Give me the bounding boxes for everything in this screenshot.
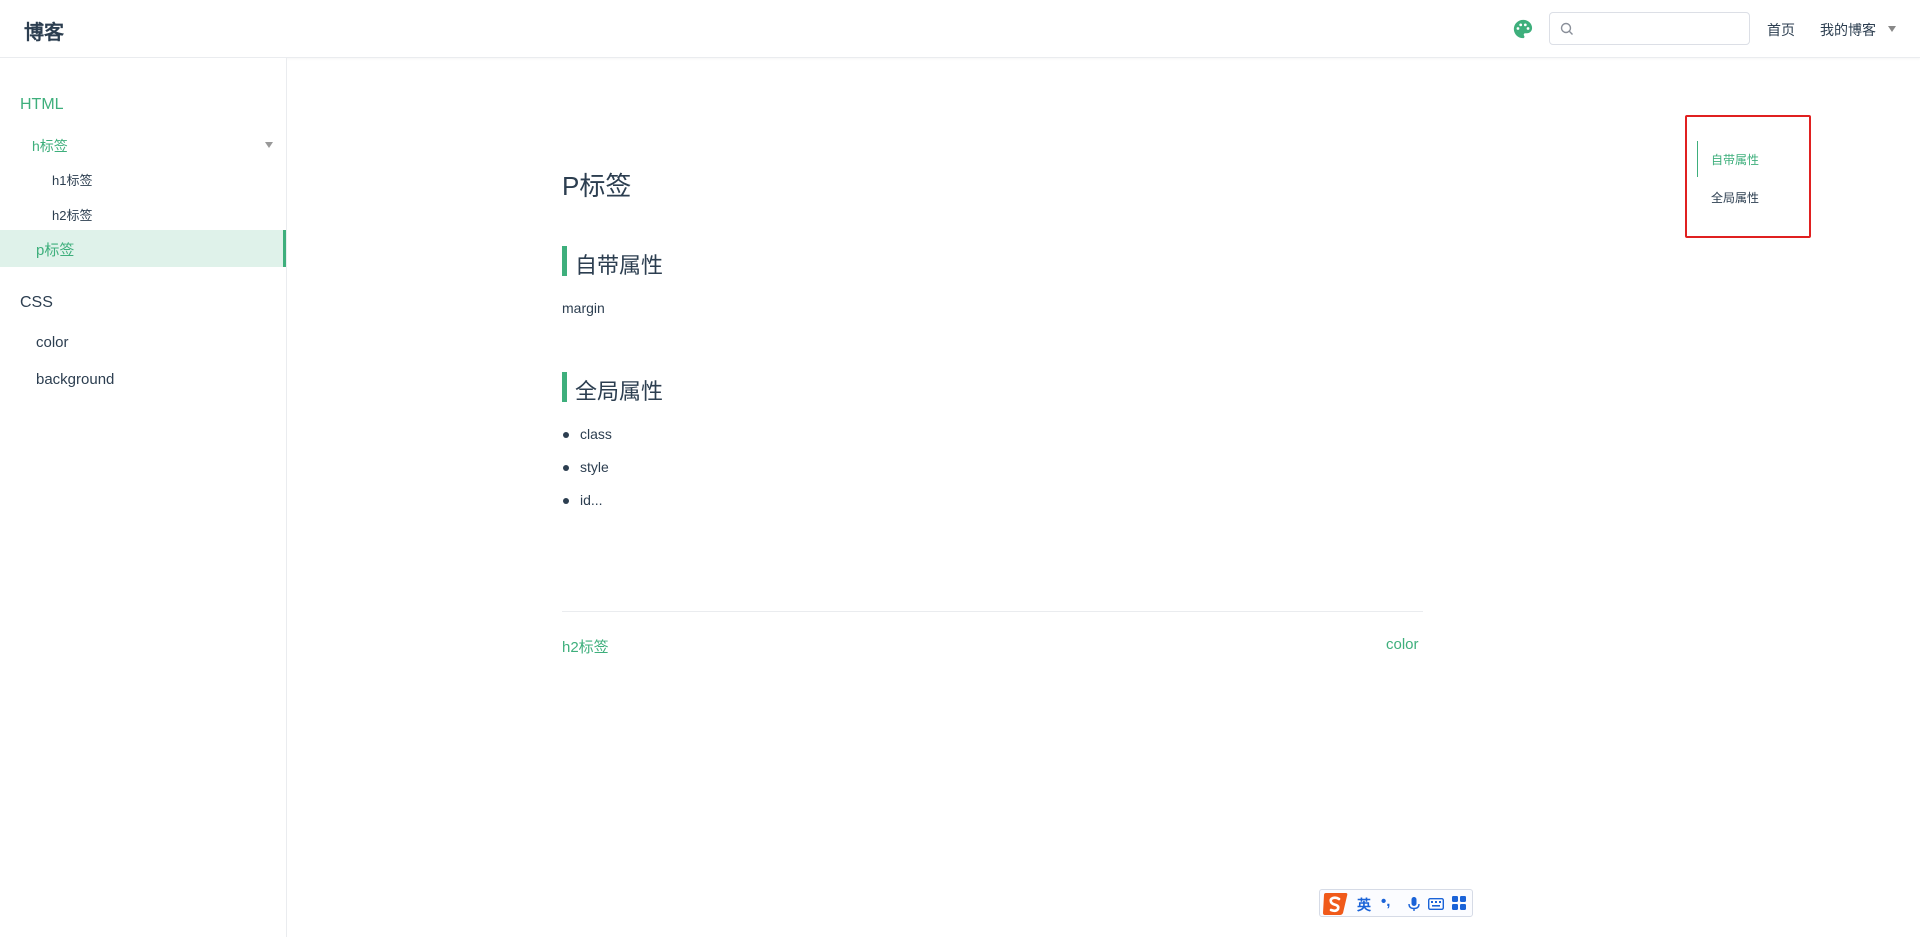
keyboard-icon[interactable] (1428, 897, 1444, 911)
sogou-logo-icon[interactable] (1321, 891, 1349, 917)
heading-accent-bar (562, 372, 567, 402)
sidebar-item-color[interactable]: color (36, 334, 69, 351)
list-item: style (562, 457, 612, 490)
sidebar-item-h-tags[interactable]: h标签 (32, 136, 68, 156)
search-icon (1560, 22, 1573, 35)
list-item: class (562, 424, 612, 457)
sidebar-item-p-tag[interactable]: p标签 (36, 239, 74, 260)
table-of-contents: 自带属性 全局属性 (1685, 115, 1811, 238)
page-title: P标签 (562, 171, 632, 201)
grid-icon[interactable] (1452, 896, 1466, 910)
sidebar-group-css[interactable]: CSS (20, 294, 53, 312)
search-box[interactable] (1549, 12, 1750, 45)
sidebar-item-background[interactable]: background (36, 371, 114, 388)
ime-language-toggle[interactable]: 英 (1357, 895, 1371, 915)
list-item: id... (562, 490, 612, 523)
next-page-link[interactable]: color (1386, 636, 1419, 653)
chevron-down-icon[interactable] (265, 142, 273, 148)
nav-dropdown-my-blog[interactable]: 我的博客 (1820, 20, 1876, 40)
section-text: margin (562, 300, 605, 316)
ime-punctuation-toggle[interactable]: •, (1381, 893, 1390, 910)
nav-link-home[interactable]: 首页 (1767, 20, 1795, 40)
sidebar-group-html[interactable]: HTML (20, 96, 64, 114)
attribute-list: class style id... (562, 424, 612, 523)
sidebar-item-h2-tag[interactable]: h2标签 (52, 205, 92, 224)
heading-accent-bar (562, 246, 567, 276)
section-heading-text: 全局属性 (575, 379, 664, 404)
toc-item-own-attributes[interactable]: 自带属性 (1711, 151, 1759, 168)
chevron-down-icon[interactable] (1888, 26, 1896, 32)
search-input[interactable] (1582, 17, 1746, 43)
section-heading-text: 自带属性 (575, 253, 664, 278)
toc-item-global-attributes[interactable]: 全局属性 (1711, 189, 1759, 206)
page-nav-divider (562, 611, 1423, 612)
palette-icon[interactable] (1512, 18, 1534, 40)
sidebar: HTML h标签 h1标签 h2标签 p标签 CSS color backgro… (0, 58, 287, 937)
sidebar-item-h1-tag[interactable]: h1标签 (52, 170, 92, 189)
site-name[interactable]: 博客 (24, 16, 64, 45)
toc-active-indicator (1697, 141, 1698, 177)
ime-toolbar: 英 •, (1319, 889, 1473, 917)
prev-page-link[interactable]: h2标签 (562, 636, 609, 657)
navbar: 博客 首页 我的博客 (0, 0, 1920, 58)
microphone-icon[interactable] (1406, 896, 1422, 912)
